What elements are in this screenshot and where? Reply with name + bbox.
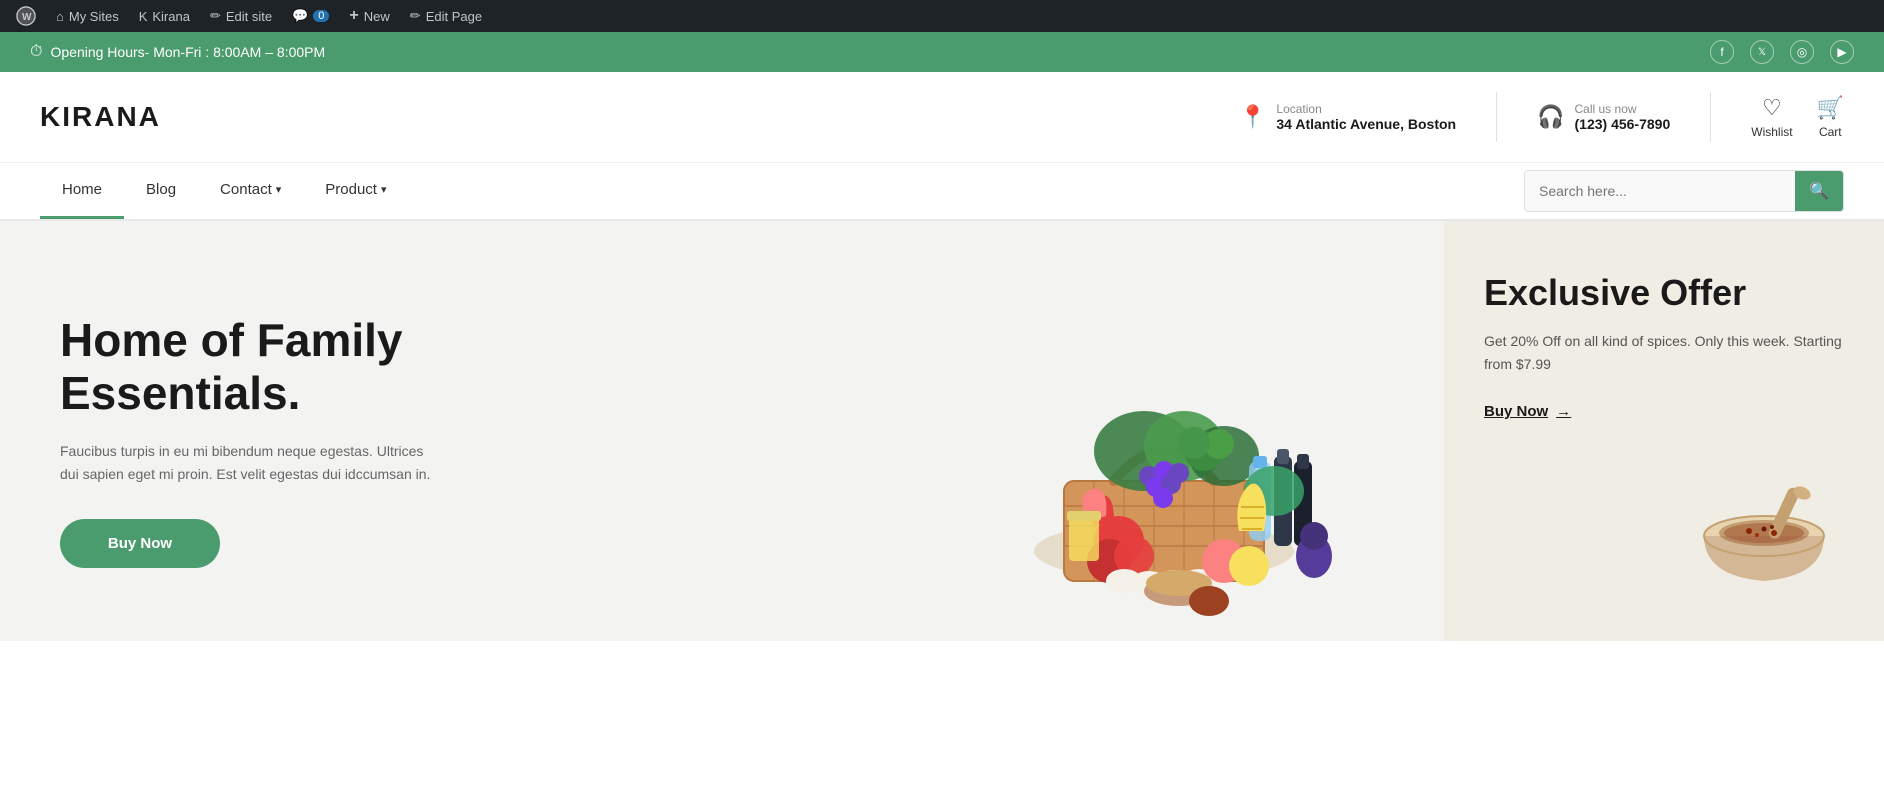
nav-contact[interactable]: Contact ▾ [198, 163, 303, 219]
admin-bar: W ⌂ My Sites K Kirana ✏ Edit site 💬 0 + … [0, 0, 1884, 32]
location-icon: 📍 [1239, 104, 1266, 130]
contact-chevron-icon: ▾ [276, 183, 282, 196]
search-button[interactable]: 🔍 [1795, 171, 1843, 211]
hero-cta-button[interactable]: Buy Now [60, 519, 220, 568]
nav-blog-label: Blog [146, 181, 176, 198]
hero-offer-panel: Exclusive Offer Get 20% Off on all kind … [1444, 221, 1884, 641]
site-nav: Home Blog Contact ▾ Product ▾ 🔍 [0, 163, 1884, 221]
search-input[interactable] [1525, 173, 1795, 209]
offer-title: Exclusive Offer [1484, 271, 1844, 314]
plus-icon: + [349, 7, 358, 25]
nav-blog[interactable]: Blog [124, 163, 198, 219]
nav-product-label: Product [325, 181, 377, 198]
header-divider-1 [1496, 92, 1497, 142]
nav-home[interactable]: Home [40, 163, 124, 219]
location-details: Location 34 Atlantic Avenue, Boston [1276, 102, 1456, 132]
edit-site-label: Edit site [226, 9, 272, 24]
pencil-icon: ✏ [210, 8, 221, 24]
edit-page-icon: ✏ [410, 8, 421, 24]
wp-logo-button[interactable]: W [8, 0, 44, 32]
offer-description: Get 20% Off on all kind of spices. Only … [1484, 330, 1844, 375]
offer-cta-link[interactable]: Buy Now → [1484, 403, 1844, 420]
call-info: 🎧 Call us now (123) 456-7890 [1537, 102, 1670, 132]
youtube-icon[interactable]: ▶ [1830, 40, 1854, 64]
location-info: 📍 Location 34 Atlantic Avenue, Boston [1239, 102, 1456, 132]
mortar-illustration [1684, 471, 1844, 591]
header-actions: ♡ Wishlist 🛒 Cart [1751, 95, 1844, 139]
mortar-svg [1684, 471, 1844, 591]
comment-icon: 💬 [292, 8, 308, 24]
svg-text:W: W [22, 12, 32, 23]
search-icon: 🔍 [1809, 183, 1829, 200]
edit-page-label: Edit Page [426, 9, 482, 24]
location-label: Location [1276, 102, 1456, 116]
header-divider-2 [1710, 92, 1711, 142]
basket-illustration [964, 261, 1364, 641]
comments-button[interactable]: 💬 0 [284, 0, 337, 32]
site-logo[interactable]: KIRANA [40, 101, 161, 133]
home-icon: ⌂ [56, 9, 64, 24]
nav-links: Home Blog Contact ▾ Product ▾ [40, 163, 409, 219]
hero-description: Faucibus turpis in eu mi bibendum neque … [60, 440, 440, 488]
hero-product-image [964, 261, 1364, 641]
buy-now-label: Buy Now [1484, 403, 1548, 420]
cart-label: Cart [1819, 125, 1842, 139]
announcement-social: f 𝕏 ◎ ▶ [1710, 40, 1854, 64]
my-sites-menu[interactable]: ⌂ My Sites [48, 0, 127, 32]
call-label: Call us now [1575, 102, 1671, 116]
edit-site-button[interactable]: ✏ Edit site [202, 0, 280, 32]
site-header: KIRANA 📍 Location 34 Atlantic Avenue, Bo… [0, 72, 1884, 163]
twitter-icon[interactable]: 𝕏 [1750, 40, 1774, 64]
nav-contact-label: Contact [220, 181, 272, 198]
cart-icon: 🛒 [1817, 95, 1844, 121]
hero-section: Home of Family Essentials. Faucibus turp… [0, 221, 1884, 641]
nav-home-label: Home [62, 181, 102, 198]
comment-count: 0 [313, 10, 329, 22]
kirana-menu[interactable]: K Kirana [131, 0, 198, 32]
kirana-site-icon: K [139, 9, 148, 24]
call-value: (123) 456-7890 [1575, 116, 1671, 132]
heart-icon: ♡ [1762, 95, 1782, 121]
headphone-icon: 🎧 [1537, 104, 1564, 130]
new-label: New [364, 9, 390, 24]
announcement-bar: ⏱ Opening Hours- Mon-Fri : 8:00AM – 8:00… [0, 32, 1884, 72]
announcement-text: Opening Hours- Mon-Fri : 8:00AM – 8:00PM [50, 44, 325, 60]
offer-content: Exclusive Offer Get 20% Off on all kind … [1484, 271, 1844, 450]
hero-text: Home of Family Essentials. Faucibus turp… [60, 314, 510, 568]
arrow-icon: → [1556, 403, 1571, 420]
clock-icon: ⏱ [30, 43, 42, 61]
hero-title: Home of Family Essentials. [60, 314, 510, 420]
hero-main: Home of Family Essentials. Faucibus turp… [0, 221, 1444, 641]
instagram-icon[interactable]: ◎ [1790, 40, 1814, 64]
facebook-icon[interactable]: f [1710, 40, 1734, 64]
call-details: Call us now (123) 456-7890 [1575, 102, 1671, 132]
header-info: 📍 Location 34 Atlantic Avenue, Boston 🎧 … [1239, 92, 1844, 142]
search-bar: 🔍 [1524, 170, 1844, 212]
kirana-label: Kirana [152, 9, 190, 24]
nav-product[interactable]: Product ▾ [303, 163, 408, 219]
edit-page-button[interactable]: ✏ Edit Page [402, 0, 490, 32]
wishlist-button[interactable]: ♡ Wishlist [1751, 95, 1792, 139]
announcement-left: ⏱ Opening Hours- Mon-Fri : 8:00AM – 8:00… [30, 43, 325, 61]
cart-button[interactable]: 🛒 Cart [1817, 95, 1844, 139]
wishlist-label: Wishlist [1751, 125, 1792, 139]
my-sites-label: My Sites [69, 9, 119, 24]
wp-logo-icon: W [16, 6, 36, 26]
new-button[interactable]: + New [341, 0, 397, 32]
product-chevron-icon: ▾ [381, 183, 387, 196]
location-value: 34 Atlantic Avenue, Boston [1276, 116, 1456, 132]
